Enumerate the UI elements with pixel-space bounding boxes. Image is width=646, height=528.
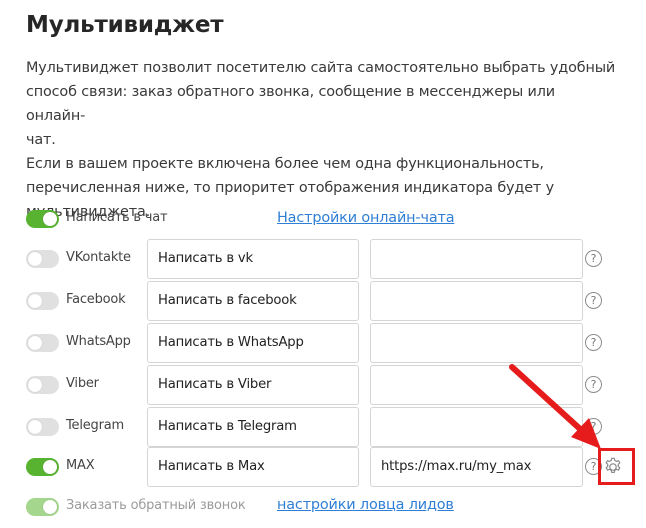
description-line: перечисленная ниже, то приоритет отображ… (26, 180, 554, 196)
max-toggle[interactable] (26, 458, 59, 476)
chat-settings-link[interactable]: Настройки онлайн-чата (277, 210, 455, 226)
whatsapp-text-input[interactable]: Написать в WhatsApp (147, 323, 359, 363)
max-text-input[interactable]: Написать в Max (147, 447, 359, 487)
facebook-toggle[interactable] (26, 292, 59, 310)
description-line: Если в вашем проекте включена более чем … (26, 156, 544, 172)
vkontakte-toggle[interactable] (26, 250, 59, 268)
question-circle-icon[interactable]: ? (585, 376, 602, 393)
telegram-text-input[interactable]: Написать в Telegram (147, 407, 359, 447)
channel-row-whatsapp: WhatsApp Написать в WhatsApp ? (0, 323, 646, 363)
description-line: Мультивиджет позволит посетителю сайта с… (26, 60, 616, 76)
channel-label: Viber (66, 376, 99, 391)
max-url-input[interactable]: https://max.ru/my_max (370, 447, 583, 487)
channel-label: Facebook (66, 292, 126, 307)
telegram-toggle[interactable] (26, 418, 59, 436)
channel-row-viber: Viber Написать в Viber ? (0, 365, 646, 405)
facebook-url-input[interactable] (370, 281, 583, 321)
channel-row-telegram: Telegram Написать в Telegram ? (0, 407, 646, 447)
channel-row-max: MAX Написать в Max https://max.ru/my_max… (0, 447, 646, 487)
question-circle-icon[interactable]: ? (585, 334, 602, 351)
callback-label: Заказать обратный звонок (66, 498, 246, 513)
whatsapp-url-input[interactable] (370, 323, 583, 363)
viber-url-input[interactable] (370, 365, 583, 405)
callback-row: Заказать обратный звонок настройки ловца… (0, 487, 646, 527)
question-circle-icon[interactable]: ? (585, 418, 602, 435)
channel-row-facebook: Facebook Написать в facebook ? (0, 281, 646, 321)
facebook-text-input[interactable]: Написать в facebook (147, 281, 359, 321)
callback-toggle[interactable] (26, 498, 59, 516)
question-circle-icon[interactable]: ? (585, 250, 602, 267)
description-line: чат. (26, 132, 56, 148)
chat-toggle[interactable] (26, 210, 59, 228)
description-line: способ связи: заказ обратного звонка, со… (26, 84, 555, 124)
annotation-highlight-box (598, 448, 635, 485)
whatsapp-toggle[interactable] (26, 334, 59, 352)
page-title: Мультивиджет (26, 12, 224, 38)
viber-text-input[interactable]: Написать в Viber (147, 365, 359, 405)
telegram-url-input[interactable] (370, 407, 583, 447)
channel-label: VKontakte (66, 250, 131, 265)
viber-toggle[interactable] (26, 376, 59, 394)
channel-row-vkontakte: VKontakte Написать в vk ? (0, 239, 646, 279)
question-circle-icon[interactable]: ? (585, 292, 602, 309)
lead-catcher-settings-link[interactable]: настройки ловца лидов (277, 497, 454, 513)
vkontakte-url-input[interactable] (370, 239, 583, 279)
channel-label: MAX (66, 458, 95, 473)
channel-label: Telegram (66, 418, 124, 433)
chat-row: Написать в чат Настройки онлайн-чата (0, 199, 646, 239)
chat-label: Написать в чат (66, 210, 168, 225)
vkontakte-text-input[interactable]: Написать в vk (147, 239, 359, 279)
channel-label: WhatsApp (66, 334, 131, 349)
